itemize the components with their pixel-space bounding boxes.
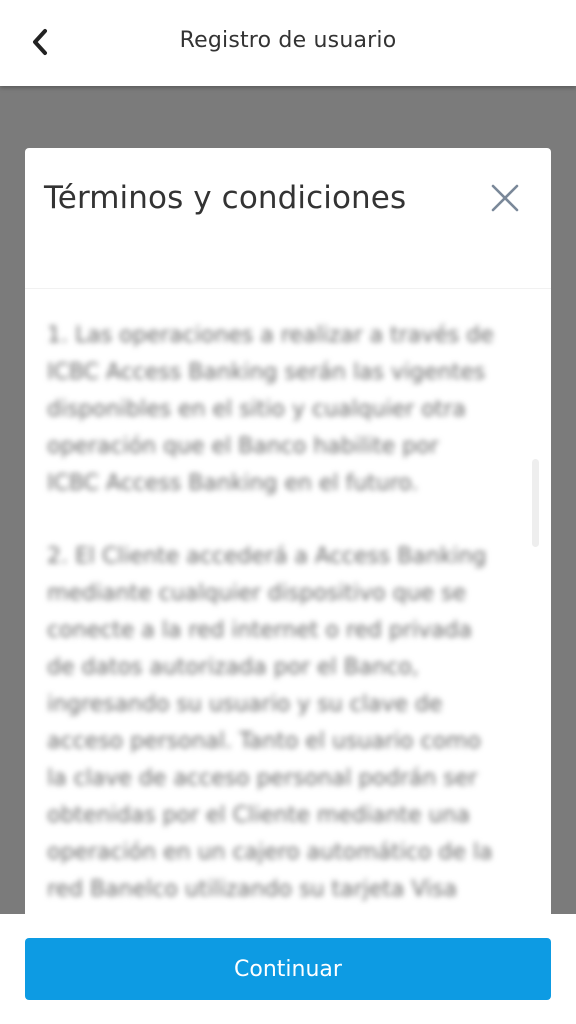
continue-button[interactable]: Continuar (25, 938, 551, 1000)
terms-paragraph-2: 2. El Cliente accederá a Access Banking … (47, 544, 493, 902)
footer: Continuar (0, 914, 576, 1024)
app-header: Registro de usuario (0, 0, 576, 86)
close-button[interactable] (485, 178, 525, 218)
terms-paragraph-1: 1. Las operaciones a realizar a través d… (47, 323, 494, 496)
terms-text: 1. Las operaciones a realizar a través d… (47, 317, 497, 944)
screen: Registro de usuario Términos y condicion… (0, 0, 576, 1024)
scrollbar[interactable] (532, 459, 539, 547)
terms-scroll-area[interactable]: 1. Las operaciones a realizar a través d… (25, 289, 551, 948)
close-icon (491, 184, 519, 212)
modal-title: Términos y condiciones (44, 180, 407, 216)
terms-modal: Términos y condiciones 1. Las operacione… (25, 148, 551, 948)
header-title: Registro de usuario (179, 28, 397, 53)
